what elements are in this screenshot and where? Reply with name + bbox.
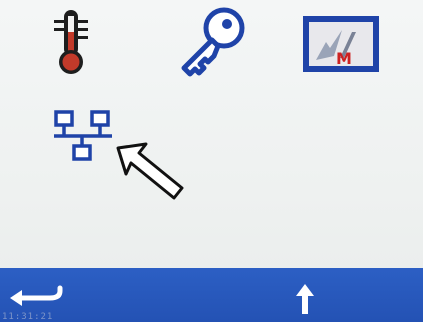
thermometer-icon (54, 10, 88, 74)
logo-icon: M (303, 16, 379, 72)
logo-letter: M (336, 49, 352, 68)
bottom-navigation-bar: 11:31:21 (0, 268, 423, 322)
logo-button[interactable]: M (300, 12, 384, 78)
network-icon (54, 110, 112, 161)
up-button[interactable] (290, 280, 320, 318)
touch-screen: M 11:31:21 (0, 0, 423, 322)
network-button[interactable] (50, 108, 120, 170)
back-arrow-icon (10, 285, 63, 306)
back-button[interactable] (6, 284, 68, 314)
key-icon (181, 7, 245, 77)
pointer-arrow-icon (114, 138, 190, 204)
status-clock: 11:31:21 (2, 312, 54, 322)
key-button[interactable] (176, 4, 250, 82)
up-arrow-icon (296, 284, 314, 314)
temperature-button[interactable] (44, 6, 98, 78)
